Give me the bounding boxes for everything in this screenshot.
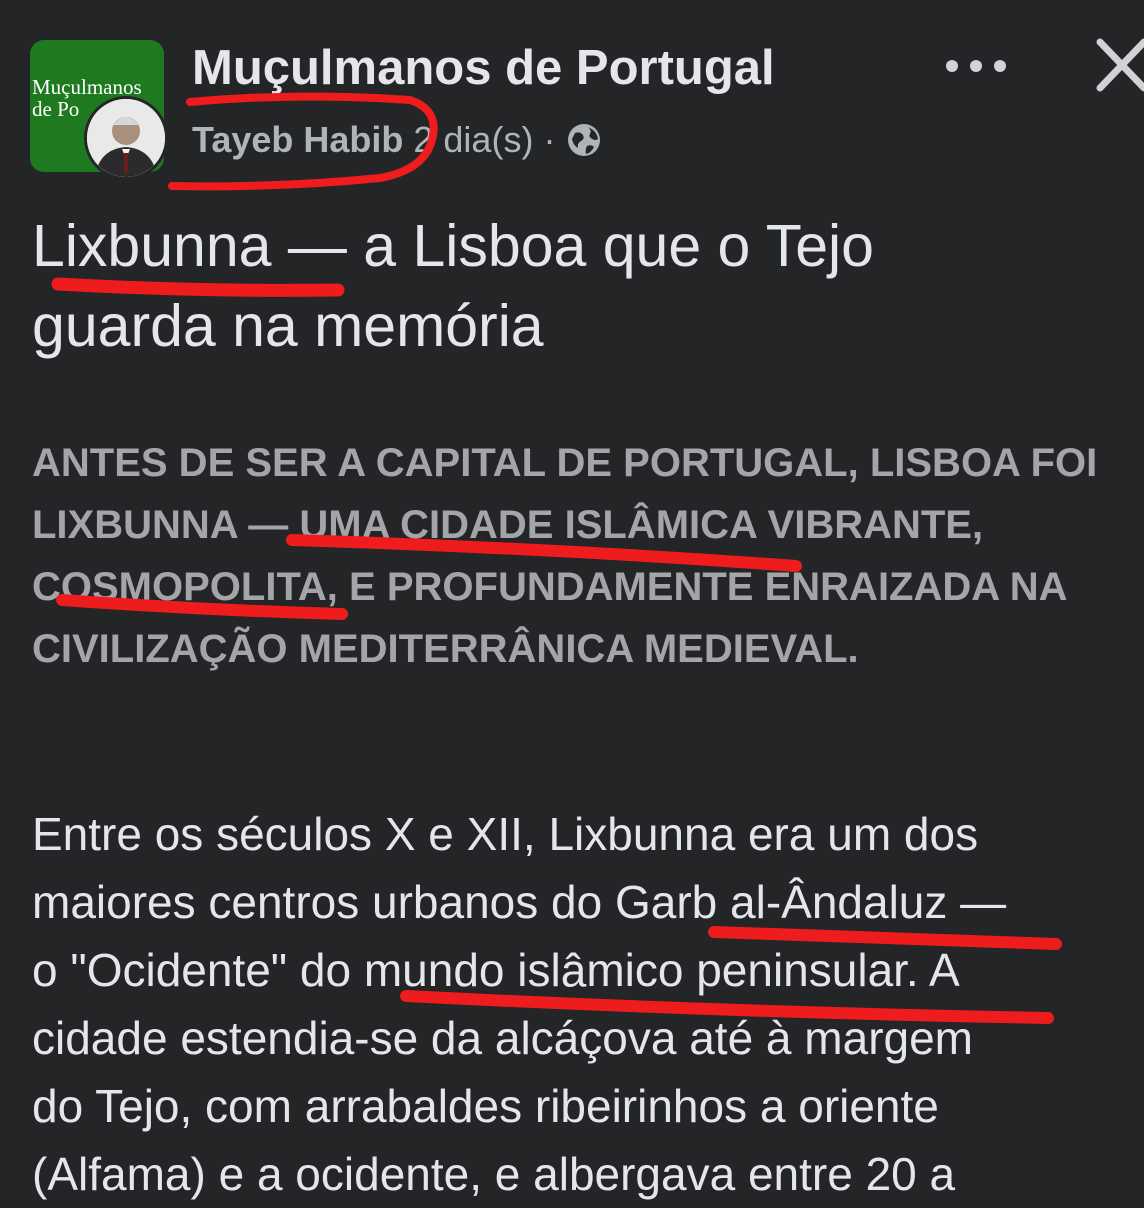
globe-icon [565,121,603,159]
meta-separator: · [543,119,556,160]
post-body: Entre os séculos X e XII, Lixbunna era u… [32,800,1132,1208]
post-subtitle-line: ANTES DE SER A CAPITAL DE PORTUGAL, LISB… [32,441,1098,485]
post-body-line: cidade estendia-se da alcáçova até à mar… [32,1012,974,1064]
post-subtitle-line: CIVILIZAÇÃO MEDITERRÂNICA MEDIEVAL. [32,627,859,671]
close-button[interactable] [1088,32,1144,98]
post-view: Muçulmanos de Po Muçulmanos de Portugal … [0,0,1144,1200]
post-subtitle-line: COSMOPOLITA, E PROFUNDAMENTE ENRAIZADA N… [32,565,1068,609]
post-body-line: Entre os séculos X e XII, Lixbunna era u… [32,808,979,860]
author-avatar[interactable] [84,96,168,180]
close-icon [1096,38,1144,92]
author-photo [87,99,165,177]
post-body-line: do Tejo, com arrabaldes ribeirinhos a or… [32,1080,939,1132]
author-name[interactable]: Tayeb Habib [192,119,403,161]
post-body-line: (Alfama) e a ocidente, e albergava entre… [32,1148,956,1200]
post-title-line: guarda na memória [32,293,544,359]
post-title: Lixbunna — a Lisboa que o Tejo guarda na… [32,206,1122,366]
post-meta: Tayeb Habib 2 dia(s) · [192,112,603,168]
more-options-button[interactable] [940,46,1012,86]
group-name[interactable]: Muçulmanos de Portugal [192,40,775,96]
post-subtitle-line: LIXBUNNA — UMA CIDADE ISLÂMICA VIBRANTE, [32,503,984,547]
post-body-line: o "Ocidente" do mundo islâmico peninsula… [32,944,960,996]
more-options-icon [946,60,1006,72]
post-time[interactable]: 2 dia(s) [413,119,533,161]
post-title-line: Lixbunna — a Lisboa que o Tejo [32,213,874,279]
post-subtitle: ANTES DE SER A CAPITAL DE PORTUGAL, LISB… [32,432,1132,680]
post-body-line: maiores centros urbanos do Garb al-Ândal… [32,876,1007,928]
